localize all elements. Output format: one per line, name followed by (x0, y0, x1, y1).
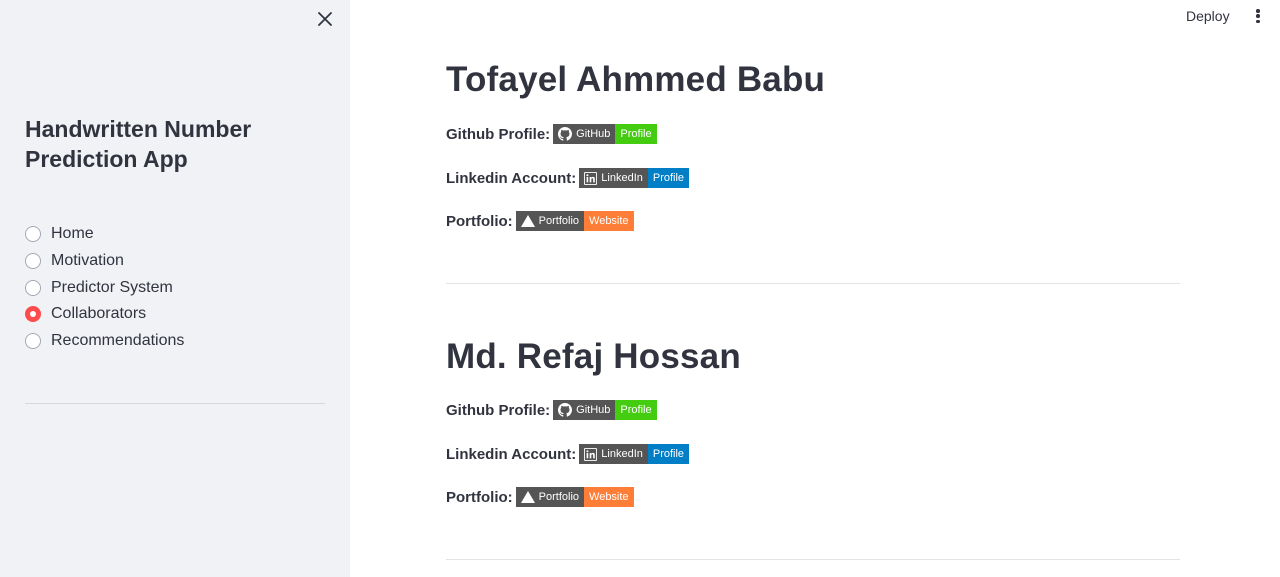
collaborator-name: Tofayel Ahmmed Babu (446, 60, 826, 99)
nav-item-home[interactable]: Home (25, 221, 184, 248)
linkedin-row: Linkedin Account: LinkedIn Profile (446, 444, 690, 464)
badge-right-text: Profile (615, 124, 657, 144)
section-divider (446, 559, 1180, 560)
triangle-icon (520, 491, 535, 503)
portfolio-row: Portfolio: Portfolio Website (446, 211, 634, 231)
badge-left-text: GitHub (576, 128, 611, 140)
github-row: Github Profile: GitHub Profile (446, 400, 657, 420)
linkedin-badge[interactable]: LinkedIn Profile (579, 168, 690, 188)
sidebar: Handwritten Number Prediction App Home M… (0, 0, 350, 577)
badge-right-text: Website (584, 487, 634, 507)
badge-right-text: Profile (615, 400, 657, 420)
badge-right-text: Profile (647, 168, 690, 188)
radio-button[interactable] (25, 253, 41, 270)
linkedin-icon (584, 171, 598, 185)
portfolio-badge[interactable]: Portfolio Website (515, 211, 634, 231)
github-badge[interactable]: GitHub Profile (553, 400, 657, 420)
close-icon (318, 12, 332, 26)
portfolio-badge[interactable]: Portfolio Website (515, 487, 634, 507)
nav-item-label: Collaborators (51, 305, 147, 323)
nav-item-label: Predictor System (51, 278, 173, 296)
portfolio-row: Portfolio: Portfolio Website (446, 487, 634, 507)
linkedin-label: Linkedin Account: (446, 169, 577, 187)
sidebar-divider (25, 403, 325, 404)
github-label: Github Profile: (446, 401, 551, 419)
github-icon (558, 403, 573, 417)
nav-item-label: Recommendations (51, 332, 185, 350)
linkedin-badge[interactable]: LinkedIn Profile (579, 444, 690, 464)
triangle-icon (520, 215, 535, 227)
close-sidebar-button[interactable] (314, 8, 336, 30)
nav-item-predictor-system[interactable]: Predictor System (25, 274, 184, 301)
github-badge[interactable]: GitHub Profile (553, 124, 657, 144)
sidebar-title: Handwritten Number Prediction App (25, 116, 252, 172)
radio-button-selected[interactable] (25, 306, 41, 323)
radio-button[interactable] (25, 226, 41, 243)
nav-item-recommendations[interactable]: Recommendations (25, 328, 184, 355)
deploy-button[interactable]: Deploy (1186, 8, 1230, 24)
navigation-radio-group: Home Motivation Predictor System Collabo… (25, 221, 184, 354)
radio-button[interactable] (25, 279, 41, 296)
radio-button[interactable] (25, 333, 41, 350)
portfolio-label: Portfolio: (446, 488, 513, 506)
badge-left-text: LinkedIn (601, 172, 643, 184)
badge-left-text: Portfolio (538, 215, 580, 227)
section-divider (446, 283, 1180, 284)
linkedin-icon (584, 447, 598, 461)
linkedin-row: Linkedin Account: LinkedIn Profile (446, 168, 690, 188)
badge-left-text: Portfolio (538, 491, 580, 503)
badge-left-text: LinkedIn (601, 448, 643, 460)
nav-item-collaborators[interactable]: Collaborators (25, 301, 184, 328)
badge-right-text: Website (584, 211, 634, 231)
portfolio-label: Portfolio: (446, 212, 513, 230)
collaborator-name: Md. Refaj Hossan (446, 337, 741, 376)
badge-right-text: Profile (647, 444, 690, 464)
github-icon (558, 127, 573, 141)
github-row: Github Profile: GitHub Profile (446, 124, 657, 144)
badge-left-text: GitHub (576, 404, 611, 416)
nav-item-motivation[interactable]: Motivation (25, 248, 184, 275)
nav-item-label: Motivation (51, 252, 124, 270)
github-label: Github Profile: (446, 125, 551, 143)
linkedin-label: Linkedin Account: (446, 445, 577, 463)
nav-item-label: Home (51, 225, 94, 243)
more-vertical-icon[interactable] (1251, 7, 1265, 25)
